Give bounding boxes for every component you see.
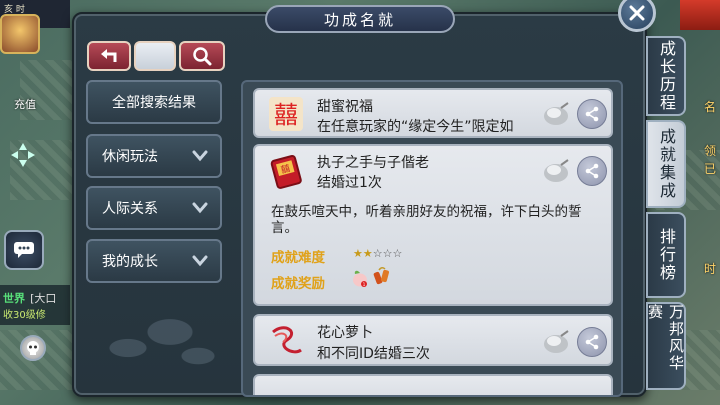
achievement-card[interactable]: 花心萝卜 和不同ID结婚三次 [253,314,613,366]
difficulty-label: 成就难度 [271,250,325,266]
red-certificate-icon: 囍 [265,150,307,192]
category-label: 休闲玩法 [102,149,158,165]
search-button[interactable] [179,41,225,71]
achievement-list[interactable]: 囍 甜蜜祝福 在任意玩家的“缘定今生”限定如 囍 执子之手与子偕老 结婚过1次 … [241,80,623,397]
difficulty-stars: ★★☆☆☆ [353,247,402,260]
medal-icon [544,330,569,353]
share-icon [585,106,599,122]
category-leisure[interactable]: 休闲玩法 [86,134,222,178]
search-input[interactable] [134,41,176,71]
back-arrow-icon [101,49,117,62]
tab-label: 万邦风华赛 [646,304,685,372]
medal-icon [544,159,569,182]
star-filled-icon: ★ [362,247,373,260]
category-label: 我的成长 [102,254,158,270]
achievement-detail: 在鼓乐喧天中，听着亲朋好友的祝福，许下白头的誓言。 [271,204,582,236]
back-button[interactable] [87,41,131,71]
category-label: 人际关系 [102,201,158,217]
tab-label: 成就集成 [657,128,676,200]
right-edge-text: 领 [703,144,716,158]
cloud-decoration [86,300,226,380]
dpad-icon[interactable] [8,140,38,170]
category-all-results[interactable]: 全部搜索结果 [86,80,222,124]
tab-leaderboard[interactable]: 排行榜 [646,212,686,298]
close-icon [629,5,645,21]
chat-preview[interactable]: 世界 [大口 收30级修 [0,285,70,325]
red-ribbon-icon [265,320,307,362]
chat-line: 收30级修 [3,310,46,321]
svg-text:1: 1 [363,282,366,287]
chevron-down-icon [192,150,208,162]
character-avatar[interactable] [0,14,40,54]
recharge-label[interactable]: 充值 [14,96,36,112]
tab-achievement-collection[interactable]: 成就集成 [646,120,686,208]
star-filled-icon: ★ [353,247,363,260]
right-edge-text: 名 [703,100,716,114]
star-empty-icon: ☆ [382,247,393,260]
category-label: 全部搜索结果 [112,95,196,111]
share-icon [585,163,599,179]
star-empty-icon: ☆ [392,247,403,260]
right-hud-banner [680,0,720,30]
double-happiness-icon: 囍 [265,93,307,135]
share-button[interactable] [577,156,607,186]
dialog-title: 功成名就 [323,10,396,29]
right-edge-text: 时 [703,262,716,276]
star-empty-icon: ☆ [372,247,383,260]
achievement-desc: 和不同ID结婚三次 [317,346,430,362]
achievement-desc: 在任意玩家的“缘定今生”限定如 [317,119,514,135]
share-icon [585,334,599,350]
category-relationships[interactable]: 人际关系 [86,186,222,230]
tab-label: 成长历程 [657,40,676,112]
peach-icon: 1 [353,270,367,287]
chat-tag: [大口 [30,292,57,305]
share-button[interactable] [577,99,607,129]
achievement-name: 甜蜜祝福 [317,99,373,115]
magnifier-icon [193,47,212,66]
svg-text:囍: 囍 [274,101,298,129]
achievement-card-partial[interactable] [253,374,613,395]
achievement-name: 执子之手与子偕老 [317,155,429,171]
share-button[interactable] [577,327,607,357]
reward-label: 成就奖励 [271,276,325,292]
chevron-down-icon [192,202,208,214]
category-my-growth[interactable]: 我的成长 [86,239,222,283]
medal-icon [544,102,569,125]
chevron-down-icon [192,255,208,267]
achievement-card-expanded[interactable]: 囍 执子之手与子偕老 结婚过1次 在鼓乐喧天中，听着亲朋好友的祝福，许下白头的誓… [253,144,613,306]
achievement-name: 花心萝卜 [317,325,373,341]
chat-bubble-icon[interactable] [4,230,44,270]
tab-wanbang-contest[interactable]: 万邦风华赛 [646,302,686,390]
chat-channel: 世界 [3,292,25,305]
firecracker-icon [373,266,390,285]
right-edge-text: 已 [703,162,716,176]
tab-label: 排行榜 [657,228,676,282]
dialog-title-plate: 功成名就 [265,5,455,33]
tab-growth-history[interactable]: 成长历程 [646,36,686,116]
achievement-card[interactable]: 囍 甜蜜祝福 在任意玩家的“缘定今生”限定如 [253,88,613,138]
achievement-desc: 结婚过1次 [317,175,382,191]
skull-icon[interactable] [20,335,46,361]
